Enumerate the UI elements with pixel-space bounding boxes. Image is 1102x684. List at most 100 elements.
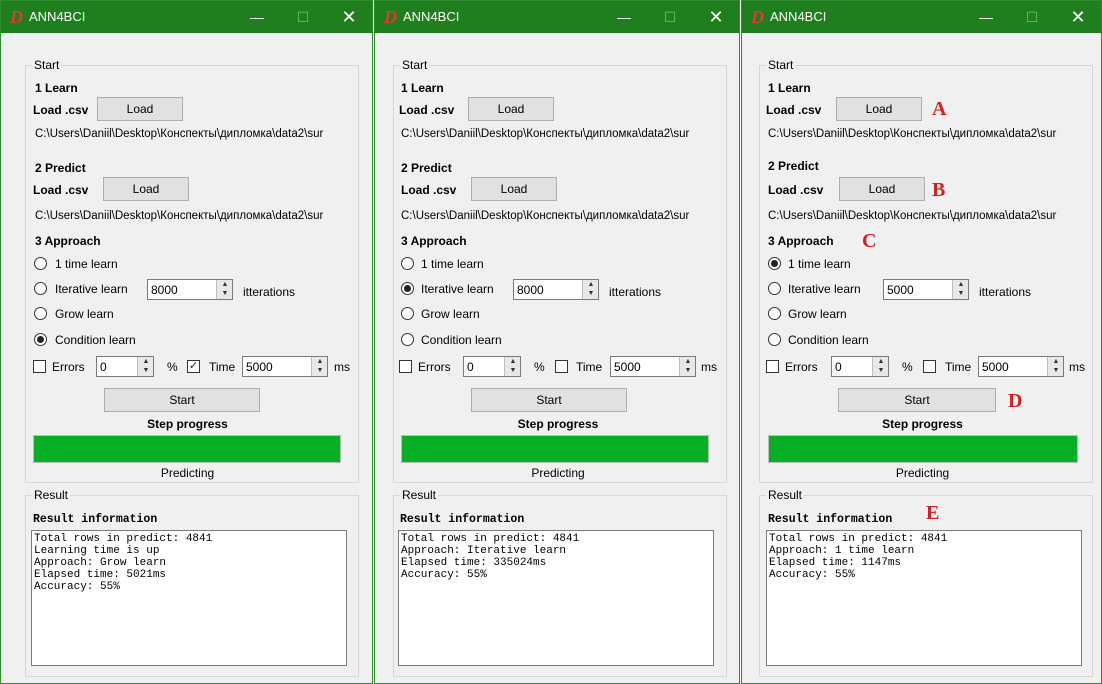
spin-up-icon[interactable]: ▲ <box>1048 357 1064 366</box>
time-label: Time <box>576 360 603 374</box>
errors-checkbox[interactable] <box>33 360 46 373</box>
iterations-stepper[interactable]: 5000 ▲ ▼ <box>883 279 969 300</box>
minimize-button[interactable]: — <box>601 1 647 33</box>
maximize-button[interactable]: ☐ <box>280 1 326 33</box>
time-stepper[interactable]: 5000 ▲ ▼ <box>242 356 328 377</box>
spin-down-icon[interactable]: ▼ <box>1048 366 1064 375</box>
iterations-arrows[interactable]: ▲ ▼ <box>952 280 968 299</box>
maximize-button[interactable]: ☐ <box>647 1 693 33</box>
window-title: ANN4BCI <box>29 9 86 24</box>
radio-grow-learn[interactable] <box>401 307 414 320</box>
spin-down-icon[interactable]: ▼ <box>312 366 328 375</box>
radio-iterative-learn[interactable] <box>34 282 47 295</box>
time-checkbox[interactable] <box>555 360 568 373</box>
predict-load-button[interactable]: Load <box>839 177 925 201</box>
result-line: Approach: 1 time learn <box>769 545 915 557</box>
errors-label: Errors <box>52 360 85 374</box>
spin-down-icon[interactable]: ▼ <box>953 289 969 298</box>
learn-load-button[interactable]: Load <box>836 97 922 121</box>
spin-up-icon[interactable]: ▲ <box>953 280 969 289</box>
step-progress-fill <box>34 436 340 462</box>
spin-down-icon[interactable]: ▼ <box>680 366 696 375</box>
spin-up-icon[interactable]: ▲ <box>505 357 521 366</box>
step-progress-label: Step progress <box>882 417 963 431</box>
time-arrows[interactable]: ▲ ▼ <box>1047 357 1063 376</box>
title-bar[interactable]: D ANN4BCI — ☐ ✕ <box>1 1 372 33</box>
result-line: Approach: Grow learn <box>34 557 167 569</box>
errors-arrows[interactable]: ▲ ▼ <box>872 357 888 376</box>
annotation-a: A <box>932 98 947 120</box>
errors-arrows[interactable]: ▲ ▼ <box>137 357 153 376</box>
time-checkbox[interactable]: ✓ <box>187 360 200 373</box>
spin-up-icon[interactable]: ▲ <box>583 280 599 289</box>
learn-load-button[interactable]: Load <box>97 97 183 121</box>
start-button[interactable]: Start <box>104 388 260 412</box>
percent-label: % <box>534 360 545 374</box>
iterations-arrows[interactable]: ▲ ▼ <box>582 280 598 299</box>
errors-arrows[interactable]: ▲ ▼ <box>504 357 520 376</box>
spin-down-icon[interactable]: ▼ <box>217 289 233 298</box>
radio-iterative-learn[interactable] <box>401 282 414 295</box>
title-bar[interactable]: D ANN4BCI — ☐ ✕ <box>375 1 739 33</box>
iterations-stepper[interactable]: 8000 ▲ ▼ <box>513 279 599 300</box>
time-stepper[interactable]: 5000 ▲ ▼ <box>610 356 696 377</box>
predict-load-button[interactable]: Load <box>471 177 557 201</box>
progress-status: Predicting <box>160 466 215 480</box>
spin-down-icon[interactable]: ▼ <box>138 366 154 375</box>
learn-load-button[interactable]: Load <box>468 97 554 121</box>
spin-up-icon[interactable]: ▲ <box>873 357 889 366</box>
errors-checkbox[interactable] <box>399 360 412 373</box>
predict-load-label: Load .csv <box>768 183 824 197</box>
radio-iterative-learn[interactable] <box>768 282 781 295</box>
radio-iterative-learn-label: Iterative learn <box>788 282 861 296</box>
spin-up-icon[interactable]: ▲ <box>138 357 154 366</box>
iterations-arrows[interactable]: ▲ ▼ <box>216 280 232 299</box>
spin-up-icon[interactable]: ▲ <box>680 357 696 366</box>
learn-load-label: Load .csv <box>766 103 822 117</box>
title-bar[interactable]: D ANN4BCI — ☐ ✕ <box>742 1 1101 33</box>
minimize-button[interactable]: — <box>234 1 280 33</box>
percent-label: % <box>167 360 178 374</box>
result-textarea[interactable]: Total rows in predict: 4841 Approach: 1 … <box>766 530 1082 666</box>
result-textarea[interactable]: Total rows in predict: 4841 Learning tim… <box>31 530 347 666</box>
spin-up-icon[interactable]: ▲ <box>312 357 328 366</box>
radio-one-time-learn[interactable] <box>401 257 414 270</box>
minimize-button[interactable]: — <box>963 1 1009 33</box>
errors-stepper[interactable]: 0 ▲ ▼ <box>463 356 521 377</box>
radio-condition-learn[interactable] <box>768 333 781 346</box>
start-button[interactable]: Start <box>471 388 627 412</box>
predict-load-label: Load .csv <box>33 183 89 197</box>
radio-one-time-learn[interactable] <box>34 257 47 270</box>
spin-up-icon[interactable]: ▲ <box>217 280 233 289</box>
start-button[interactable]: Start <box>838 388 996 412</box>
radio-condition-learn[interactable] <box>401 333 414 346</box>
time-arrows[interactable]: ▲ ▼ <box>679 357 695 376</box>
radio-grow-learn[interactable] <box>768 307 781 320</box>
result-textarea[interactable]: Total rows in predict: 4841 Approach: It… <box>398 530 714 666</box>
iterations-stepper[interactable]: 8000 ▲ ▼ <box>147 279 233 300</box>
app-logo-icon: D <box>384 7 397 27</box>
app-logo-icon: D <box>751 7 764 27</box>
spin-down-icon[interactable]: ▼ <box>583 289 599 298</box>
spin-down-icon[interactable]: ▼ <box>505 366 521 375</box>
predict-load-button[interactable]: Load <box>103 177 189 201</box>
time-checkbox[interactable] <box>923 360 936 373</box>
maximize-button[interactable]: ☐ <box>1009 1 1055 33</box>
time-stepper[interactable]: 5000 ▲ ▼ <box>978 356 1064 377</box>
radio-one-time-learn[interactable] <box>768 257 781 270</box>
time-label: Time <box>209 360 236 374</box>
close-button[interactable]: ✕ <box>1055 1 1101 33</box>
learn-file-path: C:\Users\Daniil\Desktop\Конспекты\диплом… <box>401 128 690 140</box>
time-label: Time <box>945 360 972 374</box>
close-button[interactable]: ✕ <box>693 1 739 33</box>
errors-checkbox[interactable] <box>766 360 779 373</box>
radio-iterative-learn-label: Iterative learn <box>421 282 494 296</box>
radio-condition-learn[interactable] <box>34 333 47 346</box>
errors-stepper[interactable]: 0 ▲ ▼ <box>831 356 889 377</box>
time-arrows[interactable]: ▲ ▼ <box>311 357 327 376</box>
spin-down-icon[interactable]: ▼ <box>873 366 889 375</box>
radio-grow-learn[interactable] <box>34 307 47 320</box>
close-button[interactable]: ✕ <box>326 1 372 33</box>
errors-stepper[interactable]: 0 ▲ ▼ <box>96 356 154 377</box>
result-group-label: Result <box>32 488 71 502</box>
